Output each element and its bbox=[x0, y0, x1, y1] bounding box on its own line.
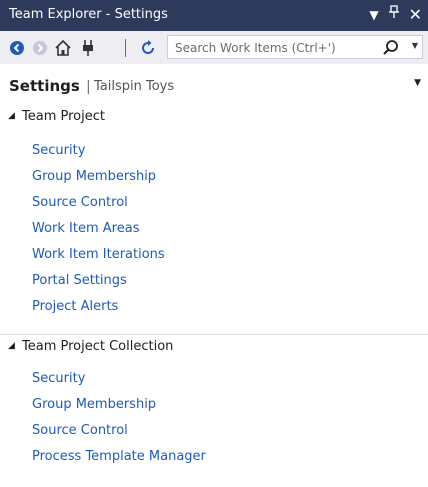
dropdown-icon[interactable]: ▼ bbox=[369, 6, 378, 24]
link-work-item-areas[interactable]: Work Item Areas bbox=[32, 221, 139, 236]
search-input[interactable] bbox=[173, 38, 377, 58]
section-label: Team Project bbox=[22, 109, 105, 124]
connect-icon[interactable] bbox=[79, 39, 97, 57]
link-source-control[interactable]: Source Control bbox=[32, 195, 128, 210]
link-process-template-manager[interactable]: Process Template Manager bbox=[32, 449, 206, 464]
title-bar: Team Explorer - Settings ▼ ✕ bbox=[0, 0, 428, 31]
collapse-triangle-icon[interactable]: ◢ bbox=[8, 111, 15, 121]
page-title: Settings bbox=[9, 77, 80, 95]
link-project-alerts[interactable]: Project Alerts bbox=[32, 299, 118, 314]
link-collection-source-control[interactable]: Source Control bbox=[32, 423, 128, 438]
section-team-project-collection[interactable]: ◢ Team Project Collection bbox=[0, 336, 428, 360]
forward-icon[interactable] bbox=[31, 39, 49, 57]
link-portal-settings[interactable]: Portal Settings bbox=[32, 273, 127, 288]
window-controls: ▼ ✕ bbox=[369, 5, 422, 24]
search-dropdown-icon[interactable]: ▼ bbox=[412, 41, 418, 50]
pin-icon[interactable] bbox=[388, 5, 399, 24]
link-collection-security[interactable]: Security bbox=[32, 371, 85, 386]
project-name[interactable]: Tailspin Toys bbox=[94, 79, 174, 94]
link-collection-group-membership[interactable]: Group Membership bbox=[32, 397, 156, 412]
search-icon[interactable] bbox=[382, 39, 400, 57]
link-security[interactable]: Security bbox=[32, 143, 85, 158]
link-group-membership[interactable]: Group Membership bbox=[32, 169, 156, 184]
header-separator: | bbox=[86, 79, 91, 95]
page-header: Settings | Tailspin Toys ▼ bbox=[0, 64, 428, 104]
close-icon[interactable]: ✕ bbox=[409, 5, 422, 24]
window-title: Team Explorer - Settings bbox=[9, 7, 168, 22]
section-label: Team Project Collection bbox=[22, 339, 174, 354]
search-box: ▼ bbox=[167, 35, 423, 59]
collapse-triangle-icon[interactable]: ◢ bbox=[8, 341, 15, 351]
home-icon[interactable] bbox=[54, 39, 72, 57]
section-divider bbox=[0, 334, 428, 335]
toolbar: ▼ bbox=[0, 31, 428, 65]
link-work-item-iterations[interactable]: Work Item Iterations bbox=[32, 247, 165, 262]
back-icon[interactable] bbox=[8, 39, 26, 57]
section-team-project[interactable]: ◢ Team Project bbox=[0, 106, 428, 130]
refresh-icon[interactable] bbox=[139, 39, 157, 57]
toolbar-separator bbox=[125, 39, 126, 57]
chevron-down-icon[interactable]: ▼ bbox=[414, 78, 421, 88]
